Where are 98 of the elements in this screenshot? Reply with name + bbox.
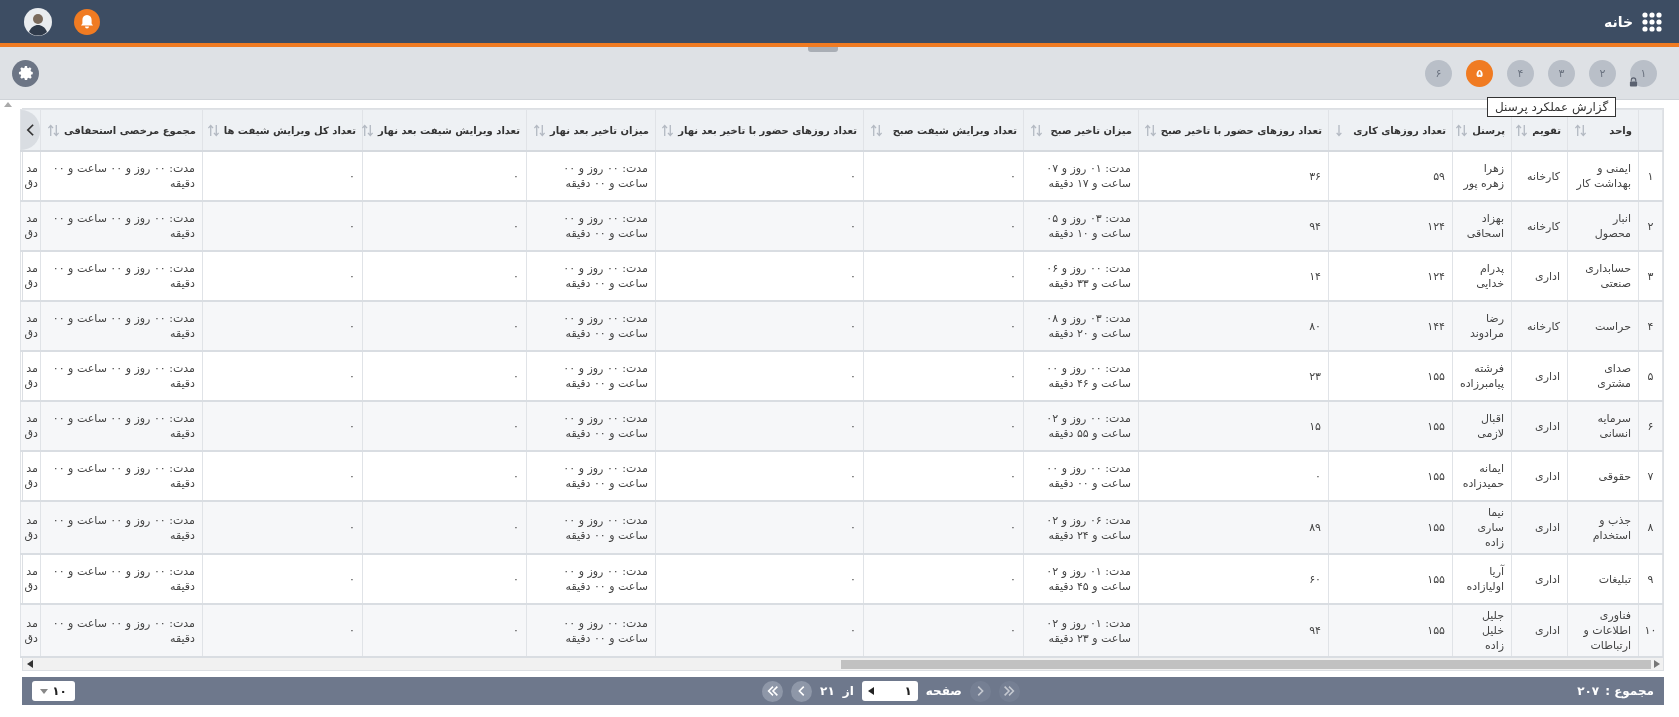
- row-number: ۹: [1638, 554, 1663, 604]
- row-number: ۱۰: [1638, 604, 1663, 657]
- table-cell: ۱۲۴: [1328, 201, 1453, 251]
- table-cell: ۸۹: [1138, 501, 1329, 554]
- total-count: ۲۰۷: [1577, 684, 1600, 698]
- table-cell: مدت: ۰۰ روز و ۰۰ ساعت و ۰۰ دقیقه: [40, 501, 203, 554]
- table-cell: کارخانه: [1511, 301, 1568, 351]
- table-cell: ۰: [202, 401, 363, 451]
- table-cell: مد دق: [20, 554, 41, 604]
- table-cell: انبار محصول: [1567, 201, 1639, 251]
- table-cell: ۰: [863, 201, 1024, 251]
- table-cell: ۰: [655, 201, 864, 251]
- column-title: تعداد روزهای حضور با تاخیر صبح: [1160, 124, 1322, 136]
- table-cell: مد دق: [20, 501, 41, 554]
- table-cell: مدت: ۰۰ روز و ۰۰ ساعت و ۰۰ دقیقه: [40, 301, 203, 351]
- table-cell: ۱۴۴: [1328, 301, 1453, 351]
- column-title: میزان تاخیر صبح: [1050, 124, 1132, 136]
- row-number: ۵: [1638, 351, 1663, 401]
- table-cell: مدت: ۰۰ روز و ۰۰ ساعت و ۰۰ دقیقه: [526, 604, 656, 657]
- table-cell: ۰: [362, 401, 527, 451]
- table-cell: سرمایه انسانی: [1567, 401, 1639, 451]
- table-cell: ۰: [362, 301, 527, 351]
- table-cell: مدت: ۰۰ روز و ۰۰ ساعت و ۰۰ دقیقه: [40, 604, 203, 657]
- table-cell: مدت: ۰۰ روز و ۰۰ ساعت و ۰۰ دقیقه: [526, 201, 656, 251]
- row-number: ۴: [1638, 301, 1663, 351]
- table-cell: مدت: ۰۰ روز و ۰۰ ساعت و ۰۰ دقیقه: [526, 301, 656, 351]
- table-cell: مدت: ۰۰ روز و ۰۰ ساعت و ۰۰ دقیقه: [526, 401, 656, 451]
- column-title: تعداد روزهای حضور با تاخیر بعد نهار: [678, 124, 857, 136]
- table-cell: مد دق: [20, 351, 41, 401]
- column-title: واحد: [1609, 124, 1632, 136]
- row-number: ۸: [1638, 501, 1663, 554]
- table-cell: ۰: [362, 604, 527, 657]
- table-cell: ۰: [655, 301, 864, 351]
- row-number: ۶: [1638, 401, 1663, 451]
- table-cell: مد دق: [20, 451, 41, 501]
- table-cell: ۰: [362, 201, 527, 251]
- column-title: تعداد ویرایش شیفت بعد نهار: [378, 124, 520, 136]
- page-of-label: از: [842, 684, 854, 698]
- row-number: ۳: [1638, 251, 1663, 301]
- column-title: میزان تاخیر بعد نهار: [550, 124, 649, 136]
- table-cell: اداری: [1511, 501, 1568, 554]
- table-cell: مدت: ۰۰ روز و ۰۰ ساعت و ۰۰ دقیقه: [40, 201, 203, 251]
- table-cell: حراست: [1567, 301, 1639, 351]
- table-cell: ۱۵۵: [1328, 604, 1453, 657]
- table-cell: اداری: [1511, 604, 1568, 657]
- column-title: تعداد ویرایش شیفت صبح: [892, 124, 1017, 136]
- page-count: ۲۱: [820, 684, 835, 698]
- table-cell: اقبال لازمی: [1452, 401, 1512, 451]
- column-title: تقویم: [1532, 124, 1561, 136]
- table-cell: مدت: ۰۱ روز و ۰۲ ساعت و ۲۳ دقیقه: [1023, 604, 1139, 657]
- table-cell: ۸۰: [1138, 301, 1329, 351]
- table-cell: بهزاد اسحاقی: [1452, 201, 1512, 251]
- table-cell: کارخانه: [1511, 201, 1568, 251]
- table-cell: ۰: [655, 501, 864, 554]
- table-cell: مد دق: [20, 604, 41, 657]
- table-cell: مدت: ۰۰ روز و ۰۰ ساعت و ۰۰ دقیقه: [40, 401, 203, 451]
- table-cell: مد دق: [20, 151, 41, 201]
- table-cell: ۹۴: [1138, 201, 1329, 251]
- total-label: مجموع :: [1605, 684, 1654, 698]
- row-number: ۷: [1638, 451, 1663, 501]
- column-title: پرسنل: [1472, 124, 1505, 136]
- table-cell: ۹۴: [1138, 604, 1329, 657]
- table-cell: ۰: [202, 201, 363, 251]
- row-number: ۱: [1638, 151, 1663, 201]
- table-cell: ۰: [655, 401, 864, 451]
- table-cell: مد دق: [20, 201, 41, 251]
- table-cell: ۰: [863, 501, 1024, 554]
- table-cell: ۰: [863, 301, 1024, 351]
- table-cell: ۰: [202, 301, 363, 351]
- table-cell: ۰: [362, 501, 527, 554]
- table-cell: نیما ساری زاده: [1452, 501, 1512, 554]
- table-cell: مدت: ۰۳ روز و ۰۵ ساعت و ۱۰ دقیقه: [1023, 201, 1139, 251]
- page-label: صفحه: [925, 684, 962, 698]
- table-cell: اداری: [1511, 401, 1568, 451]
- table-cell: مد دق: [20, 401, 41, 451]
- table-cell: ۰: [202, 501, 363, 554]
- table-cell: ۱۵۵: [1328, 401, 1453, 451]
- table-cell: مدت: ۰۰ روز و ۰۲ ساعت و ۵۵ دقیقه: [1023, 401, 1139, 451]
- column-title: تعداد روزهای کاری: [1353, 124, 1446, 136]
- table-cell: ۱۵۵: [1328, 501, 1453, 554]
- table-cell: جذب و استخدام: [1567, 501, 1639, 554]
- table-cell: مد دق: [20, 301, 41, 351]
- table-cell: ۰: [863, 401, 1024, 451]
- table-cell: جلیل خلیل زاده: [1452, 604, 1512, 657]
- table-cell: رضا مرادوند: [1452, 301, 1512, 351]
- table-cell: مدت: ۰۶ روز و ۰۲ ساعت و ۲۴ دقیقه: [1023, 501, 1139, 554]
- table-cell: ۰: [863, 604, 1024, 657]
- column-title: تعداد کل ویرایش شیفت ها: [223, 124, 356, 136]
- table-cell: مدت: ۰۳ روز و ۰۸ ساعت و ۲۰ دقیقه: [1023, 301, 1139, 351]
- row-number: ۲: [1638, 201, 1663, 251]
- table-cell: مدت: ۰۰ روز و ۰۰ ساعت و ۰۰ دقیقه: [526, 501, 656, 554]
- table-cell: فناوری اطلاعات و ارتباطات: [1567, 604, 1639, 657]
- table-cell: ۰: [202, 604, 363, 657]
- table-cell: ۰: [655, 604, 864, 657]
- tooltip: گزارش عملکرد پرسنل: [1487, 97, 1617, 117]
- table-cell: مد دق: [20, 251, 41, 301]
- column-title: مجموع مرخصی استحقاقی: [64, 124, 196, 136]
- table-cell: ۱۵: [1138, 401, 1329, 451]
